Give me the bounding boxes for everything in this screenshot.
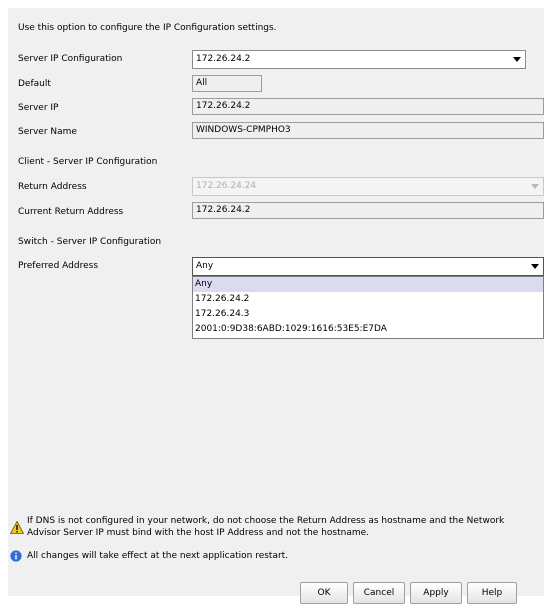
ip-configuration-panel: Use this option to configure the IP Conf…: [8, 8, 544, 604]
return-address-value: 172.26.24.24: [196, 181, 257, 191]
info-icon: [10, 550, 22, 562]
chevron-down-icon[interactable]: [509, 51, 525, 68]
ok-button[interactable]: OK: [300, 582, 348, 604]
default-field: All: [192, 75, 262, 92]
dropdown-option-ipv6[interactable]: 2001:0:9D38:6ABD:1029:1616:53E5:E7DA: [193, 322, 543, 337]
cancel-button[interactable]: Cancel: [353, 582, 405, 604]
client-server-section-title: Client - Server IP Configuration: [18, 157, 158, 167]
dns-warning-line2: Advisor Server IP must bind with the hos…: [27, 528, 370, 538]
current-return-address-label: Current Return Address: [18, 207, 124, 217]
current-return-address-field: 172.26.24.2: [192, 202, 544, 219]
dropdown-option-any[interactable]: Any: [193, 277, 543, 292]
dns-warning-line1: If DNS is not configured in your network…: [27, 516, 505, 526]
server-ip-label: Server IP: [18, 103, 59, 113]
preferred-address-select[interactable]: Any: [192, 257, 544, 276]
switch-server-section-title: Switch - Server IP Configuration: [18, 237, 162, 247]
server-ip-configuration-value: 172.26.24.2: [196, 54, 251, 64]
server-ip-configuration-label: Server IP Configuration: [18, 54, 123, 64]
server-name-label: Server Name: [18, 127, 77, 137]
preferred-address-dropdown-list: Any 172.26.24.2 172.26.24.3 2001:0:9D38:…: [192, 276, 544, 339]
restart-info-text: All changes will take effect at the next…: [27, 551, 289, 561]
preferred-address-value: Any: [196, 261, 214, 271]
dropdown-option-172-26-24-2[interactable]: 172.26.24.2: [193, 292, 543, 307]
return-address-label: Return Address: [18, 182, 87, 192]
preferred-address-label: Preferred Address: [18, 261, 99, 271]
chevron-down-icon: [527, 178, 543, 195]
server-ip-configuration-select[interactable]: 172.26.24.2: [192, 50, 526, 69]
apply-button[interactable]: Apply: [410, 582, 462, 604]
intro-text: Use this option to configure the IP Conf…: [18, 23, 277, 33]
help-button[interactable]: Help: [467, 582, 517, 604]
return-address-select: 172.26.24.24: [192, 177, 544, 196]
warning-icon: [9, 520, 25, 534]
dropdown-option-172-26-24-3[interactable]: 172.26.24.3: [193, 307, 543, 322]
server-ip-field: 172.26.24.2: [192, 98, 544, 115]
chevron-down-icon[interactable]: [527, 258, 543, 275]
server-name-field: WINDOWS-CPMPHO3: [192, 122, 544, 139]
default-label: Default: [18, 79, 51, 89]
